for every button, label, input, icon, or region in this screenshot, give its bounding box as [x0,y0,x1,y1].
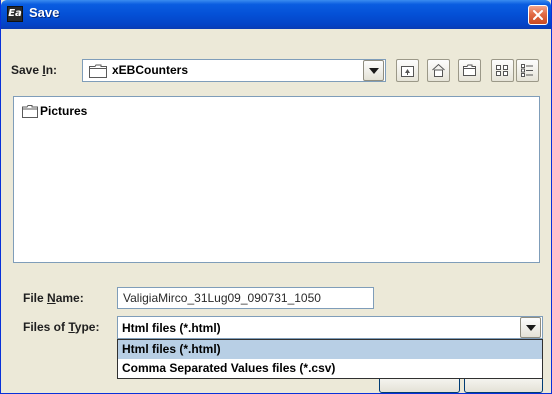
save-in-value: xEBCounters [112,63,189,77]
close-button[interactable] [528,5,548,25]
list-view-icon [496,65,508,76]
file-name-label: File Name: [23,291,84,305]
file-name-input[interactable]: ValigiaMirco_31Lug09_090731_1050 [117,287,374,309]
details-view-button[interactable] [516,59,539,82]
new-folder-icon [463,64,476,76]
new-folder-button[interactable] [458,59,481,82]
title-bar[interactable]: Ea Save [1,0,551,29]
chevron-down-icon [526,325,536,331]
home-button[interactable] [427,59,450,82]
up-one-level-icon [401,66,414,77]
save-in-combo[interactable]: xEBCounters [82,59,386,82]
file-list[interactable]: Pictures [13,96,540,263]
app-logo-icon: Ea [7,6,23,22]
file-type-options-popup: Html files (*.html) Comma Separated Valu… [117,339,543,379]
file-type-dropdown-button[interactable] [520,317,541,338]
save-dialog: Ea Save Save In: xEBCounters Pictures Fi… [0,0,552,394]
file-type-label: Files of Type: [23,320,100,334]
up-one-level-button[interactable] [396,59,419,82]
save-in-dropdown-button[interactable] [363,60,384,81]
folder-icon [22,105,38,118]
file-type-option-html[interactable]: Html files (*.html) [118,340,542,359]
details-view-icon [521,64,533,77]
close-icon [533,10,543,20]
window-title: Save [29,5,60,20]
file-list-item-label: Pictures [40,104,88,118]
folder-icon [89,64,107,78]
home-icon [432,63,445,77]
save-in-label: Save In: [11,63,58,77]
file-type-combo[interactable]: Html files (*.html) [117,316,543,339]
list-view-button[interactable] [491,59,514,82]
file-type-selected-value: Html files (*.html) [122,321,221,335]
chevron-down-icon [369,68,379,74]
file-type-option-csv[interactable]: Comma Separated Values files (*.csv) [118,359,542,378]
